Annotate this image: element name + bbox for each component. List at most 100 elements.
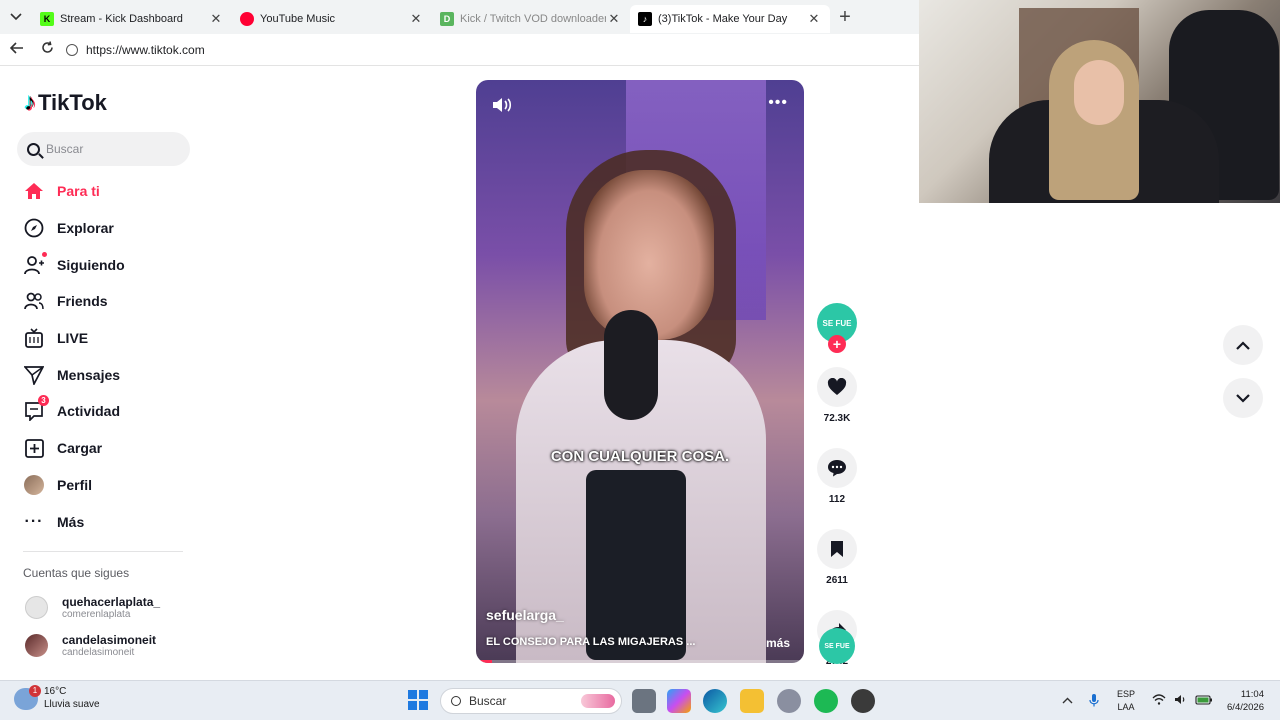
reload-button[interactable] bbox=[32, 41, 62, 58]
activity-badge: 3 bbox=[38, 395, 49, 407]
kick-icon: K bbox=[40, 12, 54, 26]
search-highlight-icon bbox=[581, 694, 615, 708]
battery-icon bbox=[1195, 694, 1213, 708]
close-icon[interactable]: ✕ bbox=[806, 11, 822, 27]
weather-temperature: 16°C bbox=[44, 686, 67, 697]
edge-icon[interactable] bbox=[703, 689, 727, 713]
wifi-icon bbox=[1152, 694, 1166, 708]
sidebar-menu: Para ti Explorar Siguiendo Friends LIVE … bbox=[23, 173, 193, 540]
search-input[interactable]: Buscar bbox=[17, 132, 190, 166]
arrow-left-icon bbox=[9, 42, 23, 54]
following-icon bbox=[23, 251, 47, 276]
video-frame-face bbox=[584, 170, 714, 340]
sidebar-item-actividad[interactable]: 3 Actividad bbox=[23, 393, 193, 430]
account-name: candelasimoneit bbox=[62, 633, 157, 647]
spotify-icon[interactable] bbox=[814, 689, 838, 713]
close-icon[interactable]: ✕ bbox=[606, 11, 622, 27]
taskbar-search-label: Buscar bbox=[469, 694, 507, 708]
video-progress[interactable] bbox=[476, 660, 804, 663]
following-account[interactable]: quehacerlaplata_ comerenlaplata bbox=[25, 595, 160, 620]
clock-time: 11:04 bbox=[1240, 689, 1264, 700]
sidebar-item-perfil[interactable]: Perfil bbox=[23, 467, 193, 504]
account-name: quehacerlaplata_ bbox=[62, 595, 161, 609]
follow-button[interactable]: + bbox=[828, 335, 846, 353]
language-code: ESP bbox=[1117, 689, 1136, 699]
site-info-icon[interactable] bbox=[66, 43, 78, 56]
obs-icon[interactable] bbox=[851, 689, 875, 713]
sidebar-item-mas[interactable]: ··· Más bbox=[23, 503, 193, 540]
more-options-icon[interactable]: ••• bbox=[768, 94, 788, 112]
video-actions: SE FUE + 72.3K 112 2611 2742 bbox=[815, 303, 859, 667]
chevron-down-icon bbox=[10, 13, 22, 21]
creator-avatar[interactable]: SE FUE + bbox=[817, 303, 857, 353]
close-icon[interactable]: ✕ bbox=[408, 11, 424, 27]
tab-tiktok[interactable]: ♪ (3)TikTok - Make Your Day ✕ bbox=[630, 5, 830, 33]
sidebar-divider bbox=[23, 551, 183, 552]
tab-title: YouTube Music bbox=[260, 13, 336, 25]
video-player[interactable]: ••• CON CUALQUIER COSA. sefuelarga_ EL C… bbox=[476, 80, 804, 663]
sidebar-item-explorar[interactable]: Explorar bbox=[23, 210, 193, 247]
sidebar-item-label: LIVE bbox=[57, 330, 89, 347]
sound-avatar[interactable]: SE FUE bbox=[819, 628, 855, 664]
video-frame-cup bbox=[586, 470, 686, 660]
tab-kick-dashboard[interactable]: K Stream - Kick Dashboard ✕ bbox=[32, 5, 232, 33]
microphone-icon[interactable] bbox=[1089, 693, 1099, 710]
progress-fill bbox=[476, 660, 493, 663]
sidebar-item-live[interactable]: LIVE bbox=[23, 320, 193, 357]
previous-video-button[interactable] bbox=[1223, 325, 1263, 365]
close-icon[interactable]: ✕ bbox=[208, 11, 224, 27]
video-author[interactable]: sefuelarga_ bbox=[486, 607, 564, 623]
save-button[interactable] bbox=[817, 529, 857, 569]
language-indicator[interactable]: ESP LAA bbox=[1117, 688, 1135, 714]
sidebar-item-mensajes[interactable]: Mensajes bbox=[23, 356, 193, 393]
sidebar-item-para-ti[interactable]: Para ti bbox=[23, 173, 193, 210]
tab-vod-downloader[interactable]: D Kick / Twitch VOD downloader ✕ bbox=[432, 5, 630, 33]
new-tab-button[interactable]: + bbox=[830, 6, 860, 29]
start-button[interactable] bbox=[408, 690, 428, 710]
volume-icon bbox=[1174, 694, 1187, 708]
tab-youtube-music[interactable]: YouTube Music ✕ bbox=[232, 5, 432, 33]
app-icon[interactable] bbox=[777, 689, 801, 713]
sidebar-item-friends[interactable]: Friends bbox=[23, 283, 193, 320]
task-view-icon[interactable] bbox=[632, 689, 656, 713]
file-explorer-icon[interactable] bbox=[740, 689, 764, 713]
sidebar-item-label: Más bbox=[57, 513, 85, 530]
system-tray-icons[interactable] bbox=[1152, 681, 1213, 720]
sidebar-item-siguiendo[interactable]: Siguiendo bbox=[23, 246, 193, 283]
sidebar-item-cargar[interactable]: Cargar bbox=[23, 430, 193, 467]
tiktok-icon: ♪ bbox=[638, 12, 652, 26]
like-button[interactable] bbox=[817, 367, 857, 407]
account-avatar bbox=[25, 596, 48, 619]
comment-action: 112 bbox=[815, 448, 859, 505]
sidebar-item-label: Explorar bbox=[57, 220, 114, 237]
weather-widget[interactable]: 1 16°C Lluvia suave bbox=[14, 684, 100, 711]
comment-button[interactable] bbox=[817, 448, 857, 488]
webcam-person-face bbox=[1074, 60, 1124, 125]
url-field[interactable]: https://www.tiktok.com bbox=[66, 43, 205, 57]
more-link[interactable]: más bbox=[766, 636, 790, 650]
compass-icon bbox=[23, 217, 45, 239]
logo-text: TikTok bbox=[38, 90, 107, 115]
live-tv-icon bbox=[23, 327, 45, 349]
sidebar-item-label: Para ti bbox=[57, 183, 100, 200]
windows-taskbar: 1 16°C Lluvia suave Buscar ESP LAA 11:04… bbox=[0, 680, 1280, 720]
tiktok-logo[interactable]: ♪ TikTok bbox=[24, 89, 107, 117]
heart-icon bbox=[827, 378, 847, 395]
copilot-icon[interactable] bbox=[667, 689, 691, 713]
friends-icon bbox=[23, 290, 45, 312]
inbox-icon: 3 bbox=[23, 395, 49, 422]
webcam-overlay bbox=[919, 0, 1280, 203]
bookmark-icon bbox=[831, 541, 843, 557]
chevron-up-icon[interactable] bbox=[1062, 695, 1073, 707]
taskbar-search[interactable]: Buscar bbox=[440, 688, 622, 714]
following-account[interactable]: candelasimoneit candelasimoneit bbox=[25, 633, 156, 658]
tab-title: Stream - Kick Dashboard bbox=[60, 13, 183, 25]
sidebar-item-label: Perfil bbox=[57, 476, 93, 493]
tab-list-button[interactable] bbox=[0, 0, 32, 34]
volume-icon[interactable] bbox=[492, 96, 512, 119]
search-icon bbox=[27, 142, 40, 156]
back-button[interactable] bbox=[2, 41, 32, 58]
next-video-button[interactable] bbox=[1223, 378, 1263, 418]
system-clock[interactable]: 11:04 6/4/2026 bbox=[1218, 688, 1264, 714]
tab-title: (3)TikTok - Make Your Day bbox=[658, 13, 788, 25]
